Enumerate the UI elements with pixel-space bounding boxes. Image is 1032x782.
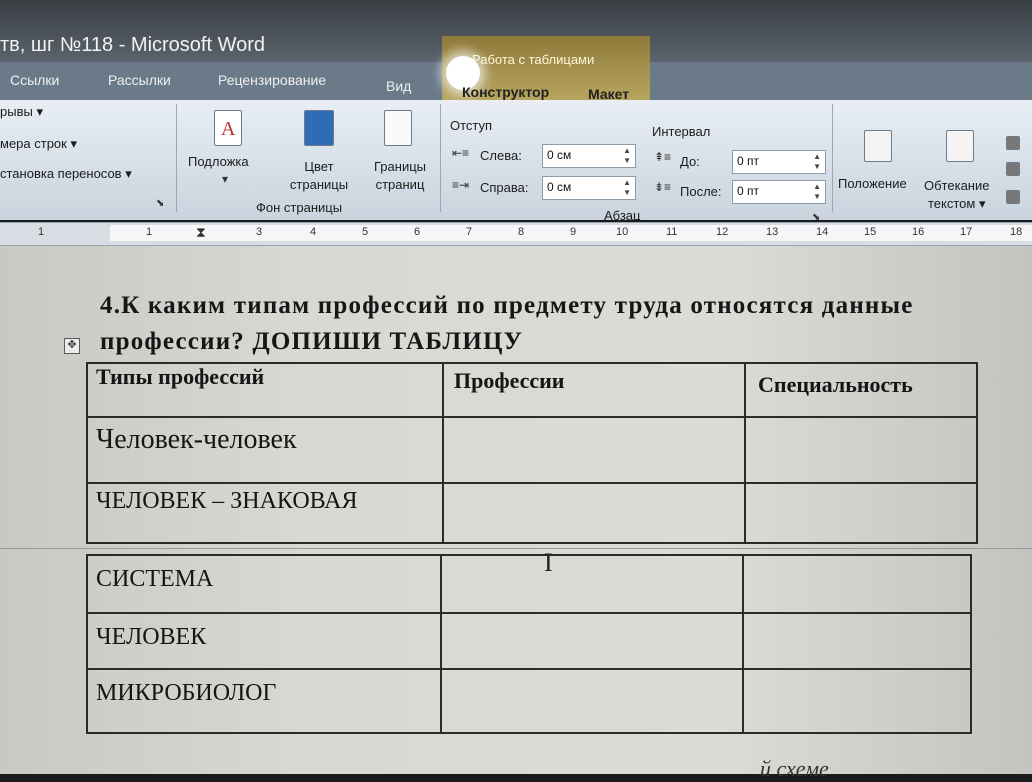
table-row-label[interactable]: ЧЕЛОВЕК — [96, 624, 206, 651]
table-row-divider — [86, 668, 970, 670]
ruler-number: 16 — [912, 226, 925, 238]
position-button[interactable]: Положение — [838, 176, 907, 191]
ruler-number: 12 — [716, 226, 729, 238]
selection-pane-icon[interactable] — [1006, 190, 1020, 204]
table-row-divider — [86, 416, 976, 418]
hyphenation-button[interactable]: становка переносов ▾ — [0, 166, 132, 182]
ruler-number: 1 — [146, 226, 153, 238]
dialog-launcher-icon[interactable]: ⬊ — [156, 198, 164, 209]
next-question-fragment: й схеме — [760, 756, 829, 781]
text-wrap-button-line2[interactable]: текстом ▾ — [928, 196, 986, 212]
tab-mailings[interactable]: Рассылки — [108, 72, 171, 88]
chevron-down-icon: ▾ — [222, 172, 229, 186]
indent-left-input[interactable]: 0 см ▲ ▼ — [542, 144, 636, 168]
indent-marker-icon[interactable]: ⧗ — [196, 224, 206, 241]
ruler-number: 3 — [256, 226, 263, 238]
ruler-number: 1 — [38, 226, 45, 238]
ribbon-separator — [440, 104, 441, 212]
ruler-number: 7 — [466, 226, 473, 238]
horizontal-ruler[interactable] — [0, 222, 1032, 246]
paint-bucket-icon — [304, 110, 334, 146]
ruler-number: 9 — [570, 226, 577, 238]
indent-left-icon: ⇤≡ — [452, 146, 470, 160]
table-row-label[interactable]: ЧЕЛОВЕК – ЗНАКОВАЯ — [96, 488, 358, 515]
spacing-after-label: После: — [680, 184, 722, 199]
breaks-button[interactable]: рывы ▾ — [0, 104, 43, 120]
header-profession-types: Типы профессий — [96, 364, 265, 389]
spacing-before-input[interactable]: 0 пт ▲ ▼ — [732, 150, 826, 174]
ruler-number: 13 — [766, 226, 779, 238]
table-tools-title: Работа с таблицами — [472, 52, 595, 67]
table-col-divider — [442, 362, 444, 542]
tab-design[interactable]: Конструктор — [462, 84, 549, 100]
table-move-handle-icon[interactable]: ✥ — [64, 338, 80, 354]
ruler-number: 17 — [960, 226, 973, 238]
table-col-divider — [440, 554, 442, 732]
ribbon-separator — [832, 104, 833, 212]
tab-view[interactable]: Вид — [386, 78, 411, 94]
question-line-2: профессии? ДОПИШИ ТАБЛИЦУ — [100, 328, 524, 355]
watermark-icon: A — [214, 110, 242, 146]
send-backward-icon[interactable] — [1006, 162, 1020, 176]
window-title: тв, шг №118 - Microsoft Word — [0, 34, 266, 56]
tab-review[interactable]: Рецензирование — [218, 72, 326, 88]
ruler-number: 5 — [362, 226, 369, 238]
table-row-label[interactable]: МИКРОБИОЛОГ — [96, 680, 276, 707]
spacing-label: Интервал — [652, 124, 711, 139]
indent-left-label: Слева: — [480, 148, 522, 163]
page-borders-icon — [384, 110, 412, 146]
page-color-button[interactable]: Цвет страницы — [276, 158, 362, 194]
spacing-before-icon: ⇞≡ — [654, 150, 672, 164]
header-specialty: Специальность — [758, 372, 913, 397]
question-line-1: 4.К каким типам профессий по предмету тр… — [100, 292, 914, 319]
watermark-button[interactable]: Подложка — [188, 154, 249, 169]
indent-label: Отступ — [450, 118, 493, 133]
page-borders-button[interactable]: Границы страниц — [364, 158, 436, 194]
indent-right-icon: ≡⇥ — [452, 178, 470, 192]
table-row-label[interactable]: СИСТЕМА — [96, 566, 213, 593]
ruler-number: 4 — [310, 226, 317, 238]
ruler-number: 15 — [864, 226, 877, 238]
tab-references[interactable]: Ссылки — [10, 72, 59, 88]
ruler-number: 10 — [616, 226, 629, 238]
table-row-label[interactable]: Человек-человек — [96, 424, 297, 456]
ruler-number: 6 — [414, 226, 421, 238]
bring-forward-icon[interactable] — [1006, 136, 1020, 150]
page-background-group-label: Фон страницы — [256, 200, 343, 215]
text-wrap-button[interactable]: Обтекание — [924, 178, 989, 193]
position-icon — [864, 130, 892, 162]
table-row-divider — [86, 612, 970, 614]
table-col-divider — [742, 554, 744, 732]
indent-right-label: Справа: — [480, 180, 529, 195]
line-numbers-button[interactable]: мера строк ▾ — [0, 136, 77, 152]
spacing-after-input[interactable]: 0 пт ▲ ▼ — [732, 180, 826, 204]
ruler-number: 11 — [666, 226, 678, 238]
spacing-before-label: До: — [680, 154, 700, 169]
header-professions: Профессии — [454, 368, 565, 393]
spacing-after-icon: ⇟≡ — [654, 180, 672, 194]
text-wrap-icon — [946, 130, 974, 162]
ruler-number: 18 — [1010, 226, 1023, 238]
ribbon-separator — [176, 104, 177, 212]
paragraph-group-label: Абзац — [604, 208, 641, 223]
table-row-divider — [86, 482, 976, 484]
professions-table-bottom — [86, 554, 972, 734]
svg-text:A: A — [221, 118, 236, 140]
indent-right-input[interactable]: 0 см ▲ ▼ — [542, 176, 636, 200]
ruler-number: 8 — [518, 226, 525, 238]
ruler-number: 14 — [816, 226, 829, 238]
page-break-line — [0, 548, 1032, 549]
table-col-divider — [744, 362, 746, 542]
